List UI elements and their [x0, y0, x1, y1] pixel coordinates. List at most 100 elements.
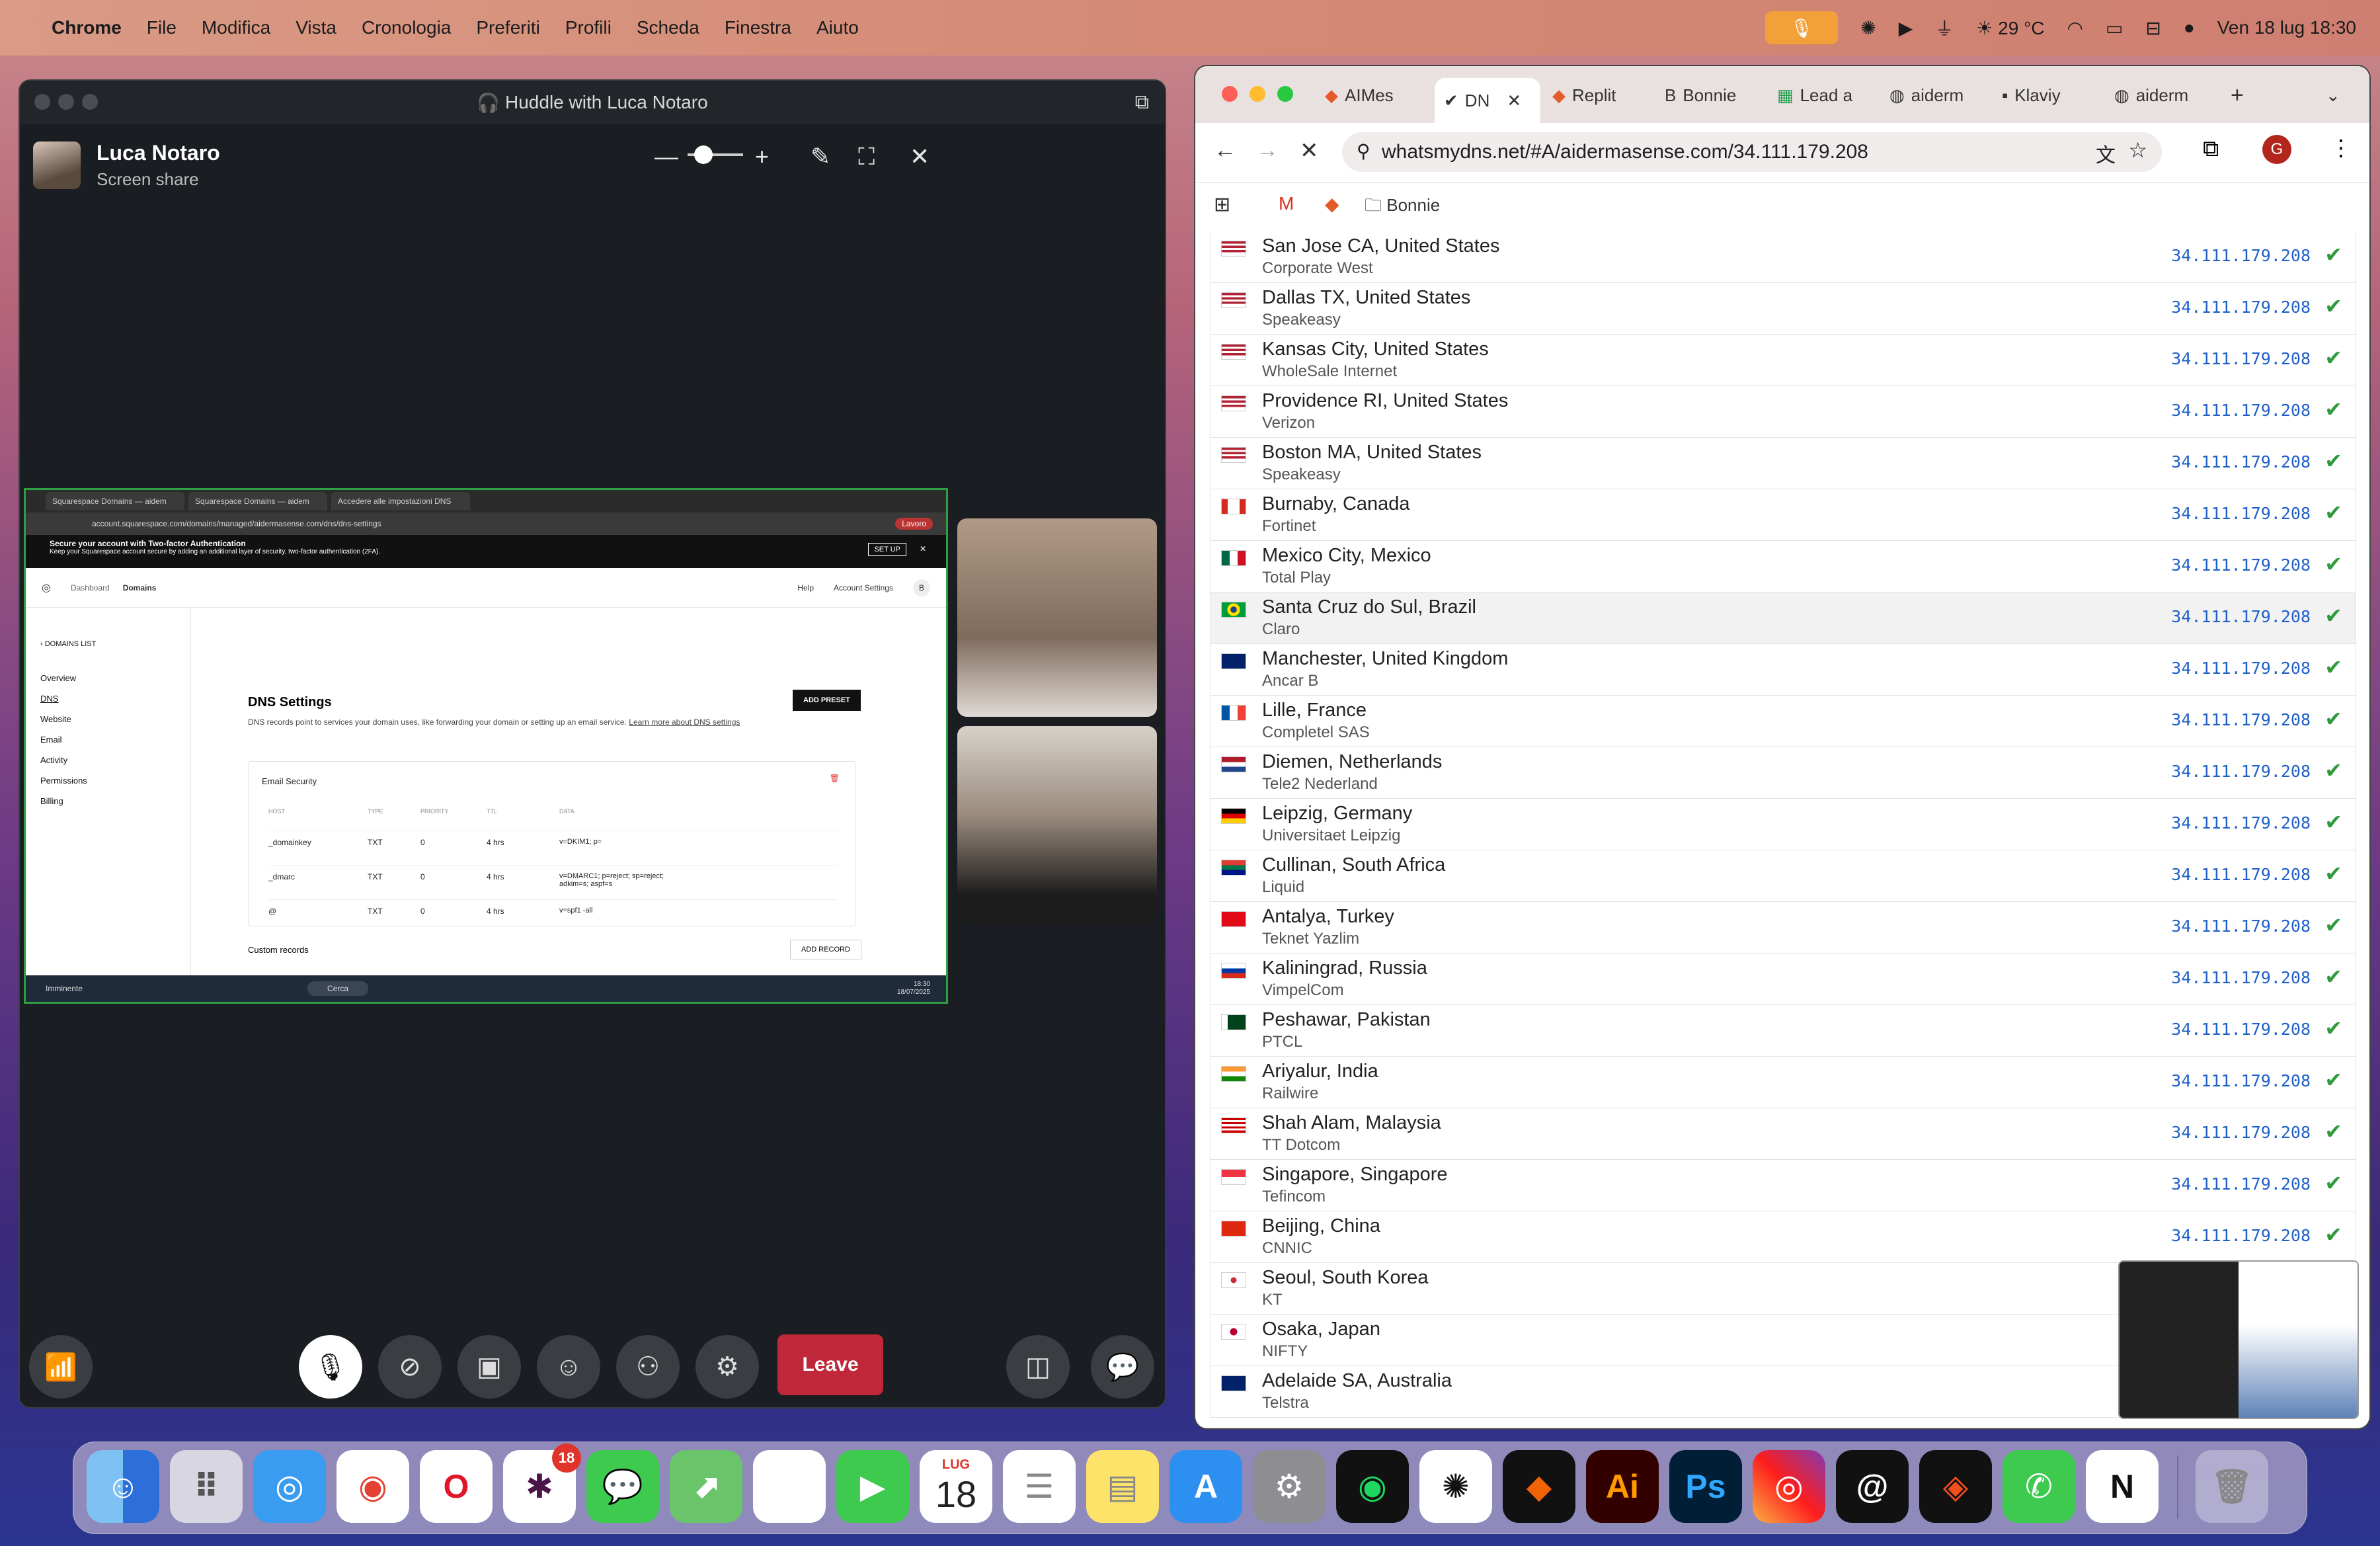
spotify-icon[interactable]: ◉: [1336, 1450, 1409, 1523]
replit-bookmark-icon[interactable]: ◆: [1325, 193, 1339, 215]
whatsapp-icon[interactable]: ✆: [2003, 1450, 2075, 1523]
trash-icon[interactable]: 🗑: [2196, 1450, 2268, 1523]
emoji-icon[interactable]: ☺: [537, 1335, 600, 1399]
close-icon[interactable]: ✕: [910, 143, 930, 171]
chrome-tab[interactable]: ◆ Replit: [1552, 77, 1665, 114]
play-icon[interactable]: ▶: [1899, 17, 1913, 39]
chatgpt-icon[interactable]: ✺: [1419, 1450, 1492, 1523]
result-ip[interactable]: 34.111.179.208: [2171, 246, 2311, 265]
result-ip[interactable]: 34.111.179.208: [2171, 659, 2311, 678]
replit-app-icon[interactable]: ◆: [1503, 1450, 1575, 1523]
zoom-out-icon[interactable]: —: [654, 143, 678, 171]
zoom-window-button[interactable]: [1277, 86, 1293, 102]
result-ip[interactable]: 34.111.179.208: [2171, 555, 2311, 575]
menu-profili[interactable]: Profili: [565, 17, 612, 38]
bookmark-star-icon[interactable]: ☆: [2128, 138, 2147, 163]
invite-icon[interactable]: ⚇: [616, 1335, 680, 1399]
opera-icon[interactable]: O: [420, 1450, 493, 1523]
result-ip[interactable]: 34.111.179.208: [2171, 452, 2311, 471]
camera-off-icon[interactable]: ⊘: [378, 1335, 442, 1399]
fullscreen-icon[interactable]: ⛶: [858, 143, 875, 171]
minimize-window-button[interactable]: [1250, 86, 1265, 102]
close-window-button[interactable]: [34, 94, 50, 110]
chrome-tab[interactable]: ◆ AIMes: [1325, 77, 1424, 114]
result-ip[interactable]: 34.111.179.208: [2171, 349, 2311, 368]
bookmark-folder[interactable]: 🗀 Bonnie: [1365, 193, 1440, 222]
menubar-clock[interactable]: Ven 18 lug 18:30: [2217, 17, 2356, 38]
threads-icon[interactable]: @: [1836, 1450, 1909, 1523]
result-ip[interactable]: 34.111.179.208: [2171, 865, 2311, 884]
apps-grid-icon[interactable]: ⊞: [1214, 193, 1230, 216]
safari-icon[interactable]: ◎: [253, 1450, 326, 1523]
zoom-window-button[interactable]: [82, 94, 98, 110]
result-ip[interactable]: 34.111.179.208: [2171, 1174, 2311, 1194]
menu-modifica[interactable]: Modifica: [202, 17, 270, 38]
chrome-tab[interactable]: ▪ Klaviy: [2002, 77, 2108, 114]
notion-icon[interactable]: N: [2086, 1450, 2159, 1523]
menu-app-name[interactable]: Chrome: [52, 17, 122, 38]
result-ip[interactable]: 34.111.179.208: [2171, 968, 2311, 987]
menu-finestra[interactable]: Finestra: [725, 17, 791, 38]
zoom-slider[interactable]: [688, 145, 743, 164]
popout-icon[interactable]: ⧉: [1135, 91, 1149, 114]
result-ip[interactable]: 34.111.179.208: [2171, 401, 2311, 420]
instagram-icon[interactable]: ◎: [1753, 1450, 1825, 1523]
battery-icon[interactable]: ▭: [2106, 17, 2123, 39]
notes-icon[interactable]: ▤: [1086, 1450, 1159, 1523]
menu-preferiti[interactable]: Preferiti: [476, 17, 539, 38]
system-settings-icon[interactable]: ⚙: [1253, 1450, 1326, 1523]
menu-scheda[interactable]: Scheda: [637, 17, 699, 38]
figma-icon[interactable]: ◈: [1919, 1450, 1992, 1523]
result-ip[interactable]: 34.111.179.208: [2171, 504, 2311, 523]
chrome-tab[interactable]: B Bonnie: [1665, 77, 1770, 114]
chrome-tab[interactable]: ◍ aiderm: [1889, 77, 1995, 114]
picture-in-picture-preview[interactable]: [2118, 1260, 2359, 1419]
chrome-icon[interactable]: ◉: [337, 1450, 409, 1523]
wifi-icon[interactable]: ◠: [2067, 17, 2083, 39]
new-tab-button[interactable]: +: [2231, 77, 2244, 114]
back-icon[interactable]: ←: [1214, 138, 1236, 163]
menu-cronologia[interactable]: Cronologia: [362, 17, 451, 38]
chatgpt-menu-icon[interactable]: ✺: [1860, 17, 1876, 39]
menu-vista[interactable]: Vista: [296, 17, 337, 38]
participant-video-tile[interactable]: [957, 726, 1157, 924]
chat-icon[interactable]: 💬: [1091, 1335, 1154, 1399]
finder-icon[interactable]: ☺: [87, 1450, 159, 1523]
gmail-icon[interactable]: M: [1279, 193, 1294, 214]
facetime-icon[interactable]: ▶: [836, 1450, 909, 1523]
screen-share-icon[interactable]: ▣: [457, 1335, 521, 1399]
result-ip[interactable]: 34.111.179.208: [2171, 813, 2311, 833]
messages-icon[interactable]: 💬: [586, 1450, 659, 1523]
zoom-slider-thumb[interactable]: [694, 145, 713, 164]
zoom-in-icon[interactable]: +: [755, 143, 769, 171]
result-ip[interactable]: 34.111.179.208: [2171, 1020, 2311, 1039]
calendar-icon[interactable]: LUG 18: [920, 1450, 992, 1523]
minimize-window-button[interactable]: [58, 94, 74, 110]
chrome-tab-active[interactable]: ✔ DN ✕: [1435, 78, 1540, 123]
extensions-icon[interactable]: ⧉: [2203, 136, 2219, 162]
launchpad-icon[interactable]: ⠿: [170, 1450, 243, 1523]
sticker-icon[interactable]: ◫: [1006, 1335, 1070, 1399]
stop-loading-icon[interactable]: ✕: [1300, 138, 1319, 164]
draw-disabled-icon[interactable]: ✎: [811, 143, 830, 171]
result-ip[interactable]: 34.111.179.208: [2171, 916, 2311, 936]
reminders-icon[interactable]: ☰: [1003, 1450, 1076, 1523]
translate-icon[interactable]: 文: [2096, 139, 2116, 168]
result-ip[interactable]: 34.111.179.208: [2171, 1123, 2311, 1142]
kebab-menu-icon[interactable]: ⋮: [2330, 135, 2352, 161]
signal-icon[interactable]: 📶: [29, 1335, 93, 1399]
participant-video-tile[interactable]: [957, 518, 1157, 717]
microphone-icon[interactable]: 🎙: [299, 1335, 362, 1399]
forward-icon[interactable]: →: [1256, 138, 1279, 163]
photoshop-icon[interactable]: Ps: [1669, 1450, 1742, 1523]
photos-icon[interactable]: ✿: [753, 1450, 826, 1523]
result-ip[interactable]: 34.111.179.208: [2171, 762, 2311, 781]
menu-file[interactable]: File: [147, 17, 177, 38]
slack-icon[interactable]: ✱ 18: [503, 1444, 581, 1523]
profile-avatar[interactable]: G: [2262, 135, 2291, 164]
chrome-tab[interactable]: ◍ aiderm: [2114, 77, 2220, 114]
illustrator-icon[interactable]: Ai: [1586, 1450, 1659, 1523]
result-ip[interactable]: 34.111.179.208: [2171, 1071, 2311, 1090]
maps-icon[interactable]: ⬈: [670, 1450, 742, 1523]
leave-button[interactable]: Leave: [777, 1334, 883, 1395]
